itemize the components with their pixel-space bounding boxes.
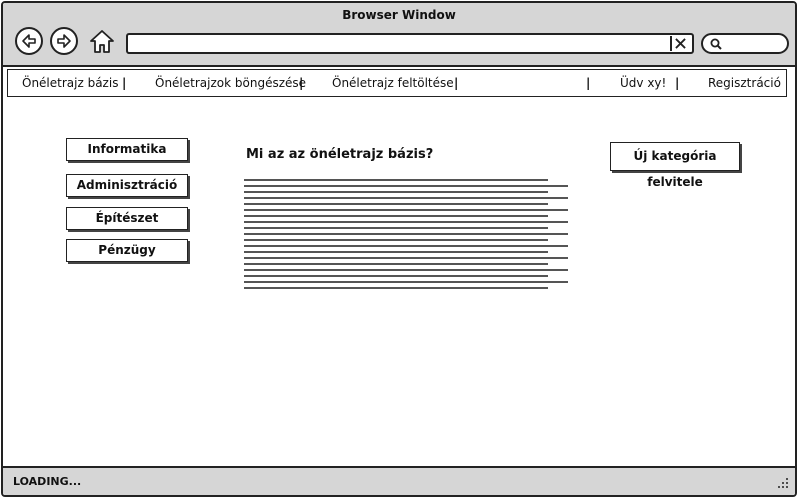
browser-window: Browser Window Önéletrajz bázis | Önélet… [1,1,797,497]
close-icon [674,38,686,49]
category-button-informatika[interactable]: Informatika [66,138,188,161]
text-line [244,209,568,211]
text-line [244,257,568,259]
category-button-penzugy[interactable]: Pénzügy [66,239,188,262]
back-button[interactable] [15,27,43,55]
text-line [244,263,548,265]
text-line [244,185,568,187]
menu-item-upload[interactable]: Önéletrajz feltöltése [332,76,454,90]
text-line [244,245,568,247]
menu-item-browse[interactable]: Önéletrajzok böngészése [155,76,306,90]
text-line [244,281,568,283]
text-line [244,287,548,289]
window-title: Browser Window [342,8,456,22]
menu-separator: | [299,76,304,90]
text-line [244,275,548,277]
home-button[interactable] [89,29,115,55]
arrow-right-icon [57,34,71,48]
menu-separator: | [122,76,127,90]
text-placeholder-block [244,179,569,291]
text-line [244,227,548,229]
status-bar: LOADING... [3,466,795,495]
search-field[interactable] [701,33,789,54]
text-line [244,215,548,217]
home-icon [90,30,114,53]
new-category-button[interactable]: Új kategória felvitele [610,142,740,189]
greeting-text: Üdv xy! [620,76,667,90]
browser-titlebar: Browser Window [3,3,795,67]
arrow-left-icon [22,34,36,48]
category-button-adminisztracio[interactable]: Adminisztráció [66,174,188,197]
text-line [244,233,568,235]
text-line [244,221,568,223]
search-icon [710,38,722,50]
text-line [244,269,568,271]
menu-separator: | [454,76,459,90]
register-link[interactable]: Regisztráció [708,76,781,90]
category-button-epiteszet[interactable]: Építészet [66,207,188,230]
status-text: LOADING... [13,475,82,488]
menu-item-home[interactable]: Önéletrajz bázis [22,76,118,90]
resize-grip-icon[interactable] [777,477,789,489]
menu-separator: | [675,76,680,90]
text-line [244,239,548,241]
address-bar[interactable] [126,33,694,54]
text-line [244,203,548,205]
text-line [244,191,548,193]
content-title: Mi az az önéletrajz bázis? [246,147,434,162]
menu-separator: | [586,76,591,90]
top-menu: Önéletrajz bázis | Önéletrajzok böngészé… [7,69,787,97]
text-line [244,179,548,181]
clear-address-button[interactable] [670,36,688,51]
forward-button[interactable] [50,27,78,55]
text-line [244,251,548,253]
text-line [244,197,568,199]
